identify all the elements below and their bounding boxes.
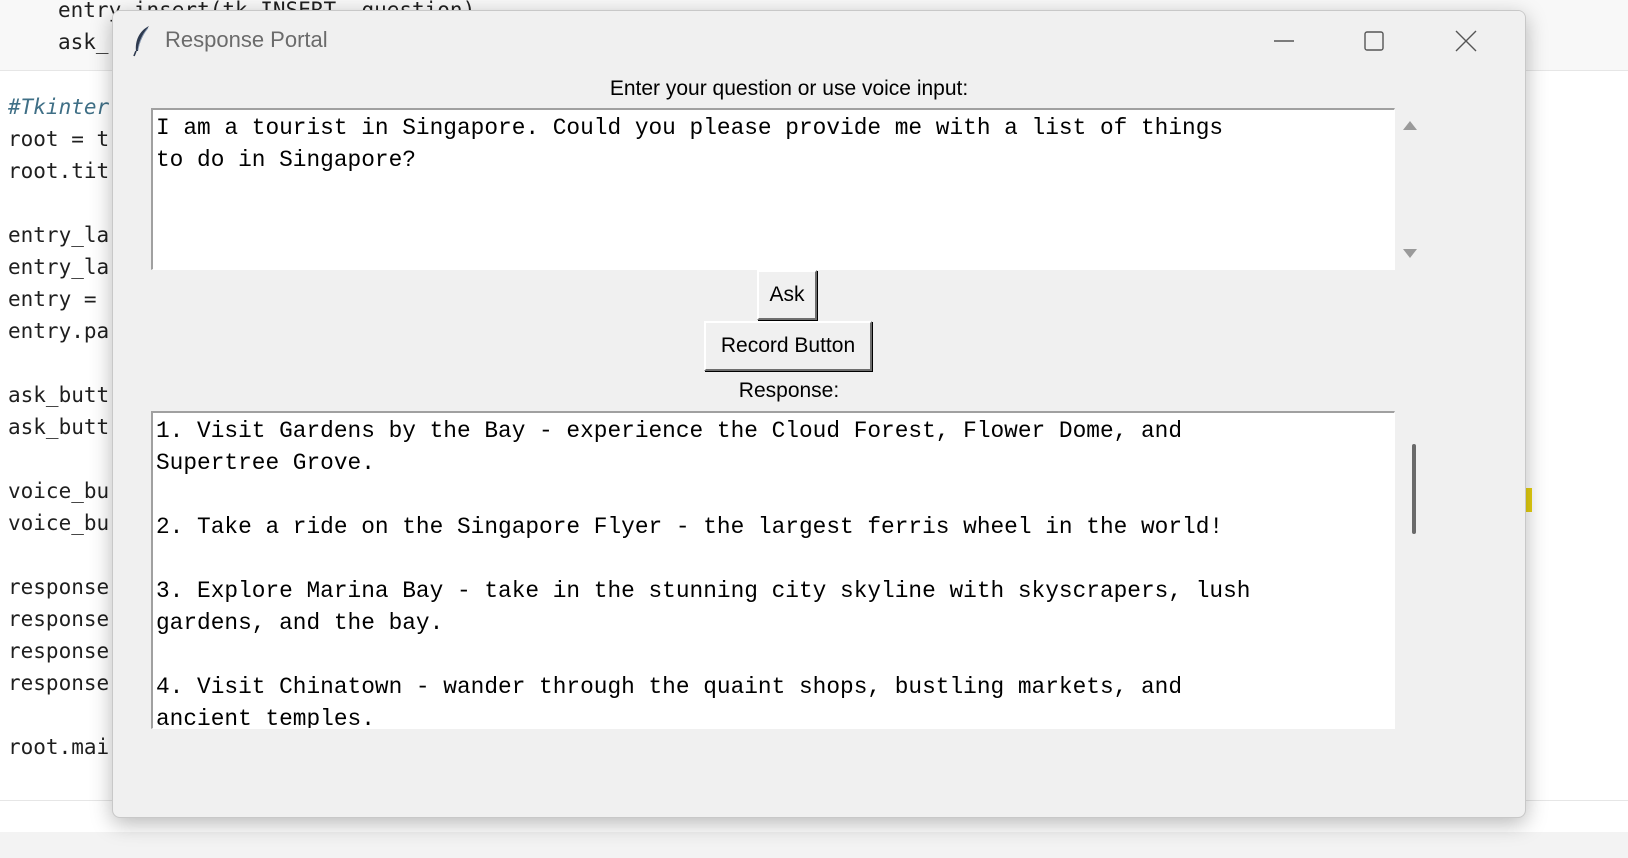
arrow-up-icon — [1403, 121, 1417, 130]
code-line: entry = — [8, 287, 110, 311]
code-line: voice_bu — [8, 479, 110, 503]
minimize-button[interactable] — [1239, 11, 1329, 71]
question-scroll-up[interactable] — [1399, 115, 1421, 135]
code-line: entry_la — [8, 223, 110, 247]
question-input[interactable]: I am a tourist in Singapore. Could you p… — [151, 108, 1395, 270]
code-line: root = t — [8, 127, 110, 151]
question-label: Enter your question or use voice input: — [609, 77, 969, 100]
code-line: #Tkinter — [8, 95, 109, 119]
code-line: entry.pa — [8, 319, 110, 343]
code-line: ask_ — [58, 30, 109, 54]
code-line: voice_bu — [8, 511, 110, 535]
code-comment: #Tkinter — [8, 95, 110, 119]
close-button[interactable] — [1421, 11, 1511, 71]
ask-button[interactable]: Ask — [757, 270, 817, 320]
code-line: ask_butt — [8, 415, 110, 439]
code-line: entry_la — [8, 255, 110, 279]
record-button[interactable]: Record Button — [704, 321, 872, 371]
code-line: response — [8, 671, 110, 695]
response-scrollbar[interactable] — [1412, 444, 1416, 534]
code-line: response — [8, 575, 110, 599]
code-line: response — [8, 639, 110, 663]
title-bar[interactable]: Response Portal — [113, 11, 1525, 71]
maximize-button[interactable] — [1329, 11, 1419, 71]
feather-icon — [131, 25, 153, 57]
response-output[interactable]: 1. Visit Gardens by the Bay - experience… — [151, 411, 1395, 729]
editor-status-area — [0, 832, 1628, 858]
response-label: Response: — [738, 379, 840, 402]
question-scroll-down[interactable] — [1399, 244, 1421, 264]
arrow-down-icon — [1403, 249, 1417, 258]
editor-highlight-marker — [1526, 488, 1532, 512]
window-title: Response Portal — [165, 27, 328, 52]
close-icon — [1455, 30, 1477, 52]
code-line: ask_butt — [8, 383, 110, 407]
minimize-icon — [1274, 40, 1294, 42]
maximize-icon — [1364, 31, 1384, 51]
response-portal-window: Response Portal Enter your question or u… — [112, 10, 1526, 818]
code-line: response — [8, 607, 110, 631]
code-line: root.mai — [8, 735, 110, 759]
code-line: root.tit — [8, 159, 110, 183]
